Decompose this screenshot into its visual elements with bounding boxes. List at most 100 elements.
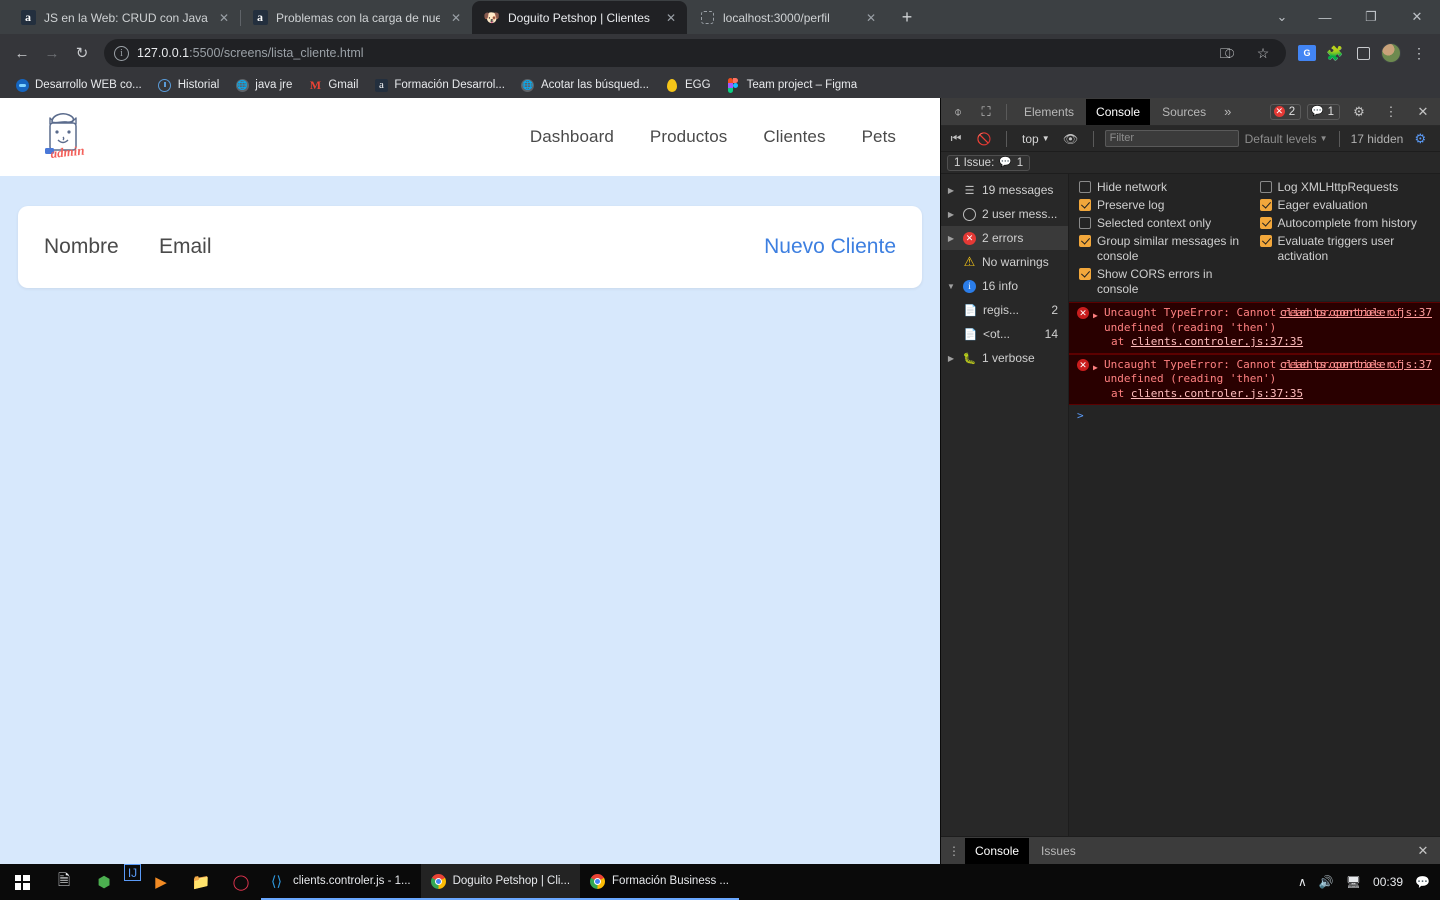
sidebar-item-user-messages[interactable]: ▶ 2 user mess...: [941, 202, 1068, 226]
expand-arrow-icon[interactable]: ▶: [945, 234, 957, 243]
tab-close-button[interactable]: ✕: [448, 10, 464, 26]
sidebar-item-verbose[interactable]: ▶ 🐛 1 verbose: [941, 346, 1068, 370]
setting-eager-evaluation[interactable]: Eager evaluation: [1259, 198, 1433, 213]
chrome-menu-icon[interactable]: ⋮: [1406, 40, 1432, 66]
browser-tab-2[interactable]: a Problemas con la carga de nuevo ✕: [240, 1, 473, 34]
address-bar[interactable]: i 127.0.0.1:5500/screens/lista_cliente.h…: [104, 39, 1286, 67]
close-icon[interactable]: ✕: [1410, 99, 1436, 125]
setting-show-cors-errors[interactable]: Show CORS errors in console: [1079, 267, 1252, 297]
checkbox[interactable]: [1259, 235, 1272, 247]
browser-tab-1[interactable]: a JS en la Web: CRUD con JavaScrip ✕: [8, 1, 241, 34]
inspect-icon[interactable]: ⌽: [945, 99, 971, 125]
error-stack-link[interactable]: clients.controler.js:37:35: [1131, 387, 1303, 400]
bookmark-gmail[interactable]: M Gmail: [301, 75, 365, 95]
sidebar-item-other[interactable]: 📄 <ot... 14: [941, 322, 1068, 346]
collapse-arrow-icon[interactable]: ▼: [945, 282, 957, 291]
show-console-sidebar-icon[interactable]: ⏮: [945, 128, 967, 150]
site-info-icon[interactable]: i: [114, 45, 129, 61]
browser-tab-3-active[interactable]: 🐶 Doguito Petshop | Clientes ✕: [472, 1, 687, 34]
clear-console-icon[interactable]: 🚫: [973, 128, 995, 150]
tray-chevron-up-icon[interactable]: ∧: [1298, 875, 1307, 889]
star-icon[interactable]: ☆: [1250, 40, 1276, 66]
bookmark-acotar-busquedas[interactable]: 🌐 Acotar las búsqued...: [514, 75, 656, 95]
minimize-button[interactable]: —: [1302, 0, 1348, 34]
new-client-link[interactable]: Nuevo Cliente: [764, 235, 896, 259]
windows-start-icon[interactable]: [0, 864, 44, 900]
drawer-tab-issues[interactable]: Issues: [1031, 838, 1086, 864]
bookmark-java-jre[interactable]: 🌐 java jre: [228, 75, 299, 95]
browser-tab-4[interactable]: localhost:3000/perfil ✕: [687, 1, 887, 34]
sidebar-item-register[interactable]: 📄 regis... 2: [941, 298, 1068, 322]
taskbar-clock[interactable]: 00:39: [1373, 875, 1403, 889]
bookmark-historial[interactable]: Historial: [151, 75, 227, 95]
devtools-tab-console[interactable]: Console: [1086, 98, 1151, 125]
setting-log-xmlhttprequests[interactable]: Log XMLHttpRequests: [1259, 180, 1433, 195]
extensions-icon[interactable]: 🧩: [1322, 40, 1348, 66]
opera-icon[interactable]: ◯: [221, 864, 261, 900]
error-source-link[interactable]: clients.controler.js:37: [1280, 306, 1432, 321]
setting-hide-network[interactable]: Hide network: [1079, 180, 1252, 195]
share-icon[interactable]: ⎄: [1214, 40, 1240, 66]
nav-item-clientes[interactable]: Clientes: [763, 127, 825, 147]
checkbox[interactable]: [1079, 199, 1091, 211]
expand-arrow-icon[interactable]: ▶: [945, 210, 957, 219]
live-expression-icon[interactable]: 👁: [1060, 128, 1082, 150]
notification-icon[interactable]: 💬: [1415, 875, 1430, 889]
intellij-icon[interactable]: IJ: [124, 864, 141, 881]
close-window-button[interactable]: ✕: [1394, 0, 1440, 34]
explorer-icon[interactable]: 📁: [181, 864, 221, 900]
nav-item-pets[interactable]: Pets: [862, 127, 896, 147]
console-error-entry[interactable]: ✕ ▶ Uncaught TypeError: Cannot read prop…: [1069, 353, 1440, 405]
expand-arrow-icon[interactable]: ▶: [1093, 361, 1100, 376]
drawer-more-options-icon[interactable]: ⋮: [945, 844, 963, 858]
expand-arrow-icon[interactable]: ▶: [945, 186, 957, 195]
profile-avatar[interactable]: [1378, 40, 1404, 66]
back-button[interactable]: ←: [8, 39, 36, 67]
vlc-icon[interactable]: ▶: [141, 864, 181, 900]
console-prompt[interactable]: >: [1069, 405, 1440, 426]
issues-badge[interactable]: 1 Issue: 💬 1: [947, 154, 1031, 171]
bookmark-egg[interactable]: EGG: [658, 75, 718, 95]
nav-item-dashboard[interactable]: Dashboard: [530, 127, 614, 147]
tab-close-button[interactable]: ✕: [216, 10, 232, 26]
setting-selected-context-only[interactable]: Selected context only: [1079, 216, 1252, 231]
execution-context-selector[interactable]: top ▼: [1018, 132, 1054, 146]
devtools-tab-elements[interactable]: Elements: [1014, 99, 1084, 125]
nav-item-productos[interactable]: Productos: [650, 127, 727, 147]
checkbox[interactable]: [1259, 217, 1272, 229]
tab-search-chevron-down-icon[interactable]: ⌄: [1262, 0, 1302, 34]
checkbox[interactable]: [1079, 268, 1091, 280]
console-empty-area[interactable]: [1069, 426, 1440, 836]
sidebar-item-info[interactable]: ▼ i 16 info: [941, 274, 1068, 298]
doguito-admin-logo[interactable]: admin: [36, 108, 90, 166]
translate-icon[interactable]: G: [1294, 40, 1320, 66]
devtools-more-tabs-icon[interactable]: »: [1218, 104, 1237, 119]
notepad-icon[interactable]: 🗎: [44, 864, 84, 900]
error-count-badge[interactable]: ✕ 2: [1269, 103, 1302, 120]
setting-evaluate-triggers-user-activation[interactable]: Evaluate triggers user activation: [1259, 234, 1433, 264]
taskbar-app-chrome-doguito[interactable]: Doguito Petshop | Cli...: [420, 864, 581, 900]
expand-arrow-icon[interactable]: ▶: [1093, 309, 1100, 324]
expand-arrow-icon[interactable]: ▶: [945, 354, 957, 363]
new-tab-button[interactable]: +: [893, 3, 921, 31]
sidebar-item-warnings[interactable]: ⚠ No warnings: [941, 250, 1068, 274]
console-error-entry[interactable]: ✕ ▶ Uncaught TypeError: Cannot read prop…: [1069, 302, 1440, 354]
taskbar-app-vscode[interactable]: ⟨⟩ clients.controler.js - 1...: [261, 864, 421, 900]
setting-preserve-log[interactable]: Preserve log: [1079, 198, 1252, 213]
error-stack-link[interactable]: clients.controler.js:37:35: [1131, 335, 1303, 348]
bookmark-desarrollo-web[interactable]: Desarrollo WEB co...: [8, 75, 149, 95]
tab-close-button[interactable]: ✕: [663, 10, 679, 26]
checkbox[interactable]: [1079, 217, 1091, 229]
drawer-close-icon[interactable]: ✕: [1410, 843, 1436, 859]
side-panel-icon[interactable]: [1350, 40, 1376, 66]
shield-icon[interactable]: ⬢: [84, 864, 124, 900]
reload-button[interactable]: ↻: [68, 39, 96, 67]
checkbox[interactable]: [1259, 181, 1272, 193]
setting-autocomplete-from-history[interactable]: Autocomplete from history: [1259, 216, 1433, 231]
log-levels-selector[interactable]: Default levels ▼: [1245, 132, 1328, 146]
console-filter-input[interactable]: Filter: [1104, 130, 1239, 147]
more-options-icon[interactable]: ⋮: [1378, 99, 1404, 125]
gear-icon[interactable]: ⚙: [1346, 99, 1372, 125]
device-toolbar-icon[interactable]: ⛶: [973, 99, 999, 125]
checkbox[interactable]: [1259, 199, 1272, 211]
